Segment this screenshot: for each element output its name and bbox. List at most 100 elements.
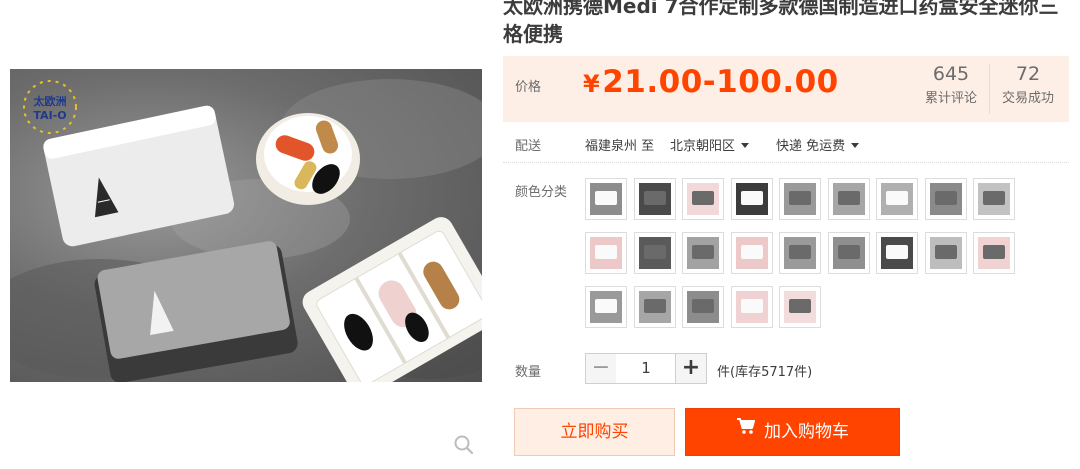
pill-box-thumbnail bbox=[692, 245, 714, 259]
color-swatch[interactable] bbox=[779, 232, 821, 274]
color-swatch[interactable] bbox=[633, 232, 676, 274]
logo-text-2: TAI-O bbox=[33, 109, 66, 122]
pill-box-thumbnail bbox=[789, 245, 811, 259]
color-swatch[interactable] bbox=[730, 286, 773, 328]
swatch-thumbnail bbox=[784, 237, 816, 269]
color-swatch[interactable] bbox=[924, 178, 967, 220]
ship-method-select[interactable]: 快递 免运费 bbox=[776, 135, 860, 154]
color-swatch[interactable] bbox=[633, 286, 676, 328]
pill-box-thumbnail bbox=[789, 299, 811, 313]
deals-count: 72 bbox=[1015, 63, 1041, 85]
cart-icon bbox=[736, 407, 756, 453]
swatch-thumbnail bbox=[590, 237, 622, 269]
swatch-thumbnail bbox=[784, 183, 816, 215]
color-swatch[interactable] bbox=[876, 232, 918, 274]
color-swatch[interactable] bbox=[779, 178, 821, 220]
ship-to-text: 北京朝阳区 bbox=[670, 139, 736, 154]
comments-count: 645 bbox=[932, 63, 970, 85]
color-swatch[interactable] bbox=[924, 232, 967, 274]
swatch-thumbnail bbox=[638, 291, 671, 323]
pill-box-thumbnail bbox=[643, 191, 666, 205]
shipping-row: 配送 福建泉州 至 北京朝阳区 快递 免运费 bbox=[503, 130, 1069, 160]
price-label: 价格 bbox=[515, 80, 542, 95]
pill-box-thumbnail bbox=[837, 191, 860, 205]
buy-now-button[interactable]: 立即购买 bbox=[514, 408, 675, 456]
color-swatch[interactable] bbox=[827, 178, 870, 220]
quantity-minus-button[interactable]: − bbox=[585, 353, 617, 384]
product-title: 太欧洲携德Medi 7合作定制多款德国制造进口药盒安全迷你三格便携 bbox=[503, 0, 1059, 46]
price-amount: 21.00-100.00 bbox=[602, 64, 839, 100]
pill-box-thumbnail bbox=[740, 245, 763, 259]
color-swatch[interactable] bbox=[827, 232, 870, 274]
currency-symbol: ¥ bbox=[583, 70, 601, 98]
color-swatch[interactable] bbox=[682, 232, 724, 274]
pill-box-thumbnail bbox=[643, 299, 666, 313]
swatch-thumbnail bbox=[881, 183, 913, 215]
swatch-thumbnail bbox=[590, 291, 622, 323]
pill-box-thumbnail bbox=[595, 191, 617, 205]
pill-box-thumbnail bbox=[740, 299, 763, 313]
color-swatch[interactable] bbox=[633, 178, 676, 220]
pill-box-thumbnail bbox=[595, 245, 617, 259]
color-label: 颜色分类 bbox=[515, 185, 568, 200]
pill-box-thumbnail bbox=[934, 245, 957, 259]
pill-box-thumbnail bbox=[886, 191, 908, 205]
color-swatch[interactable] bbox=[730, 232, 773, 274]
swatch-thumbnail bbox=[929, 183, 962, 215]
swatch-thumbnail bbox=[687, 183, 719, 215]
color-swatch[interactable] bbox=[682, 178, 724, 220]
comments-label: 累计评论 bbox=[924, 91, 977, 106]
price-value: ¥21.00-100.00 bbox=[583, 64, 839, 100]
swatch-thumbnail bbox=[590, 183, 622, 215]
product-gallery: 太欧洲 TAI-O bbox=[10, 69, 482, 382]
color-swatch[interactable] bbox=[585, 232, 627, 274]
pill-box-thumbnail bbox=[837, 245, 860, 259]
comments-stat[interactable]: 645 累计评论 bbox=[917, 63, 985, 106]
price-panel: 价格 ¥21.00-100.00 645 累计评论 72 交易成功 bbox=[503, 56, 1069, 122]
color-swatch[interactable] bbox=[585, 286, 627, 328]
color-swatch[interactable] bbox=[876, 178, 918, 220]
add-to-cart-button[interactable]: 加入购物车 bbox=[685, 408, 900, 456]
swatch-thumbnail bbox=[881, 237, 913, 269]
deals-label: 交易成功 bbox=[1001, 91, 1054, 106]
pill-box-thumbnail bbox=[595, 299, 617, 313]
logo-text-1: 太欧洲 bbox=[33, 94, 67, 108]
main-product-image[interactable]: 太欧洲 TAI-O bbox=[10, 69, 482, 382]
color-swatch[interactable] bbox=[973, 232, 1015, 274]
ship-to-select[interactable]: 北京朝阳区 bbox=[670, 135, 750, 154]
quantity-plus-button[interactable]: + bbox=[675, 353, 707, 384]
pill-box-thumbnail bbox=[692, 191, 714, 205]
color-swatch[interactable] bbox=[585, 178, 627, 220]
chevron-down-icon bbox=[741, 143, 750, 148]
divider bbox=[503, 162, 1069, 163]
stat-divider bbox=[989, 64, 990, 114]
pill-box-thumbnail bbox=[740, 191, 763, 205]
pill-box-thumbnail bbox=[692, 299, 714, 313]
color-swatch[interactable] bbox=[682, 286, 724, 328]
swatch-thumbnail bbox=[929, 237, 962, 269]
swatch-thumbnail bbox=[638, 237, 671, 269]
deals-stat: 72 交易成功 bbox=[995, 63, 1061, 106]
color-swatch[interactable] bbox=[973, 178, 1015, 220]
swatch-thumbnail bbox=[687, 237, 719, 269]
color-swatch[interactable] bbox=[779, 286, 821, 328]
ship-from: 福建泉州 至 bbox=[585, 139, 655, 154]
pill-box-thumbnail bbox=[934, 191, 957, 205]
color-swatch[interactable] bbox=[730, 178, 773, 220]
swatch-thumbnail bbox=[978, 183, 1010, 215]
chevron-down-icon bbox=[851, 143, 860, 148]
swatch-thumbnail bbox=[978, 237, 1010, 269]
quantity-input[interactable]: 1 bbox=[616, 353, 676, 384]
swatch-thumbnail bbox=[735, 183, 768, 215]
swatch-thumbnail bbox=[832, 237, 865, 269]
pill-box-thumbnail bbox=[983, 191, 1005, 205]
zoom-icon[interactable] bbox=[452, 433, 476, 457]
swatch-thumbnail bbox=[735, 237, 768, 269]
swatch-thumbnail bbox=[687, 291, 719, 323]
ship-method-text: 快递 免运费 bbox=[776, 139, 846, 154]
add-to-cart-label: 加入购物车 bbox=[764, 422, 849, 442]
swatch-thumbnail bbox=[832, 183, 865, 215]
pill-box-thumbnail bbox=[886, 245, 908, 259]
pill-box-thumbnail bbox=[983, 245, 1005, 259]
pill-box-thumbnail bbox=[789, 191, 811, 205]
